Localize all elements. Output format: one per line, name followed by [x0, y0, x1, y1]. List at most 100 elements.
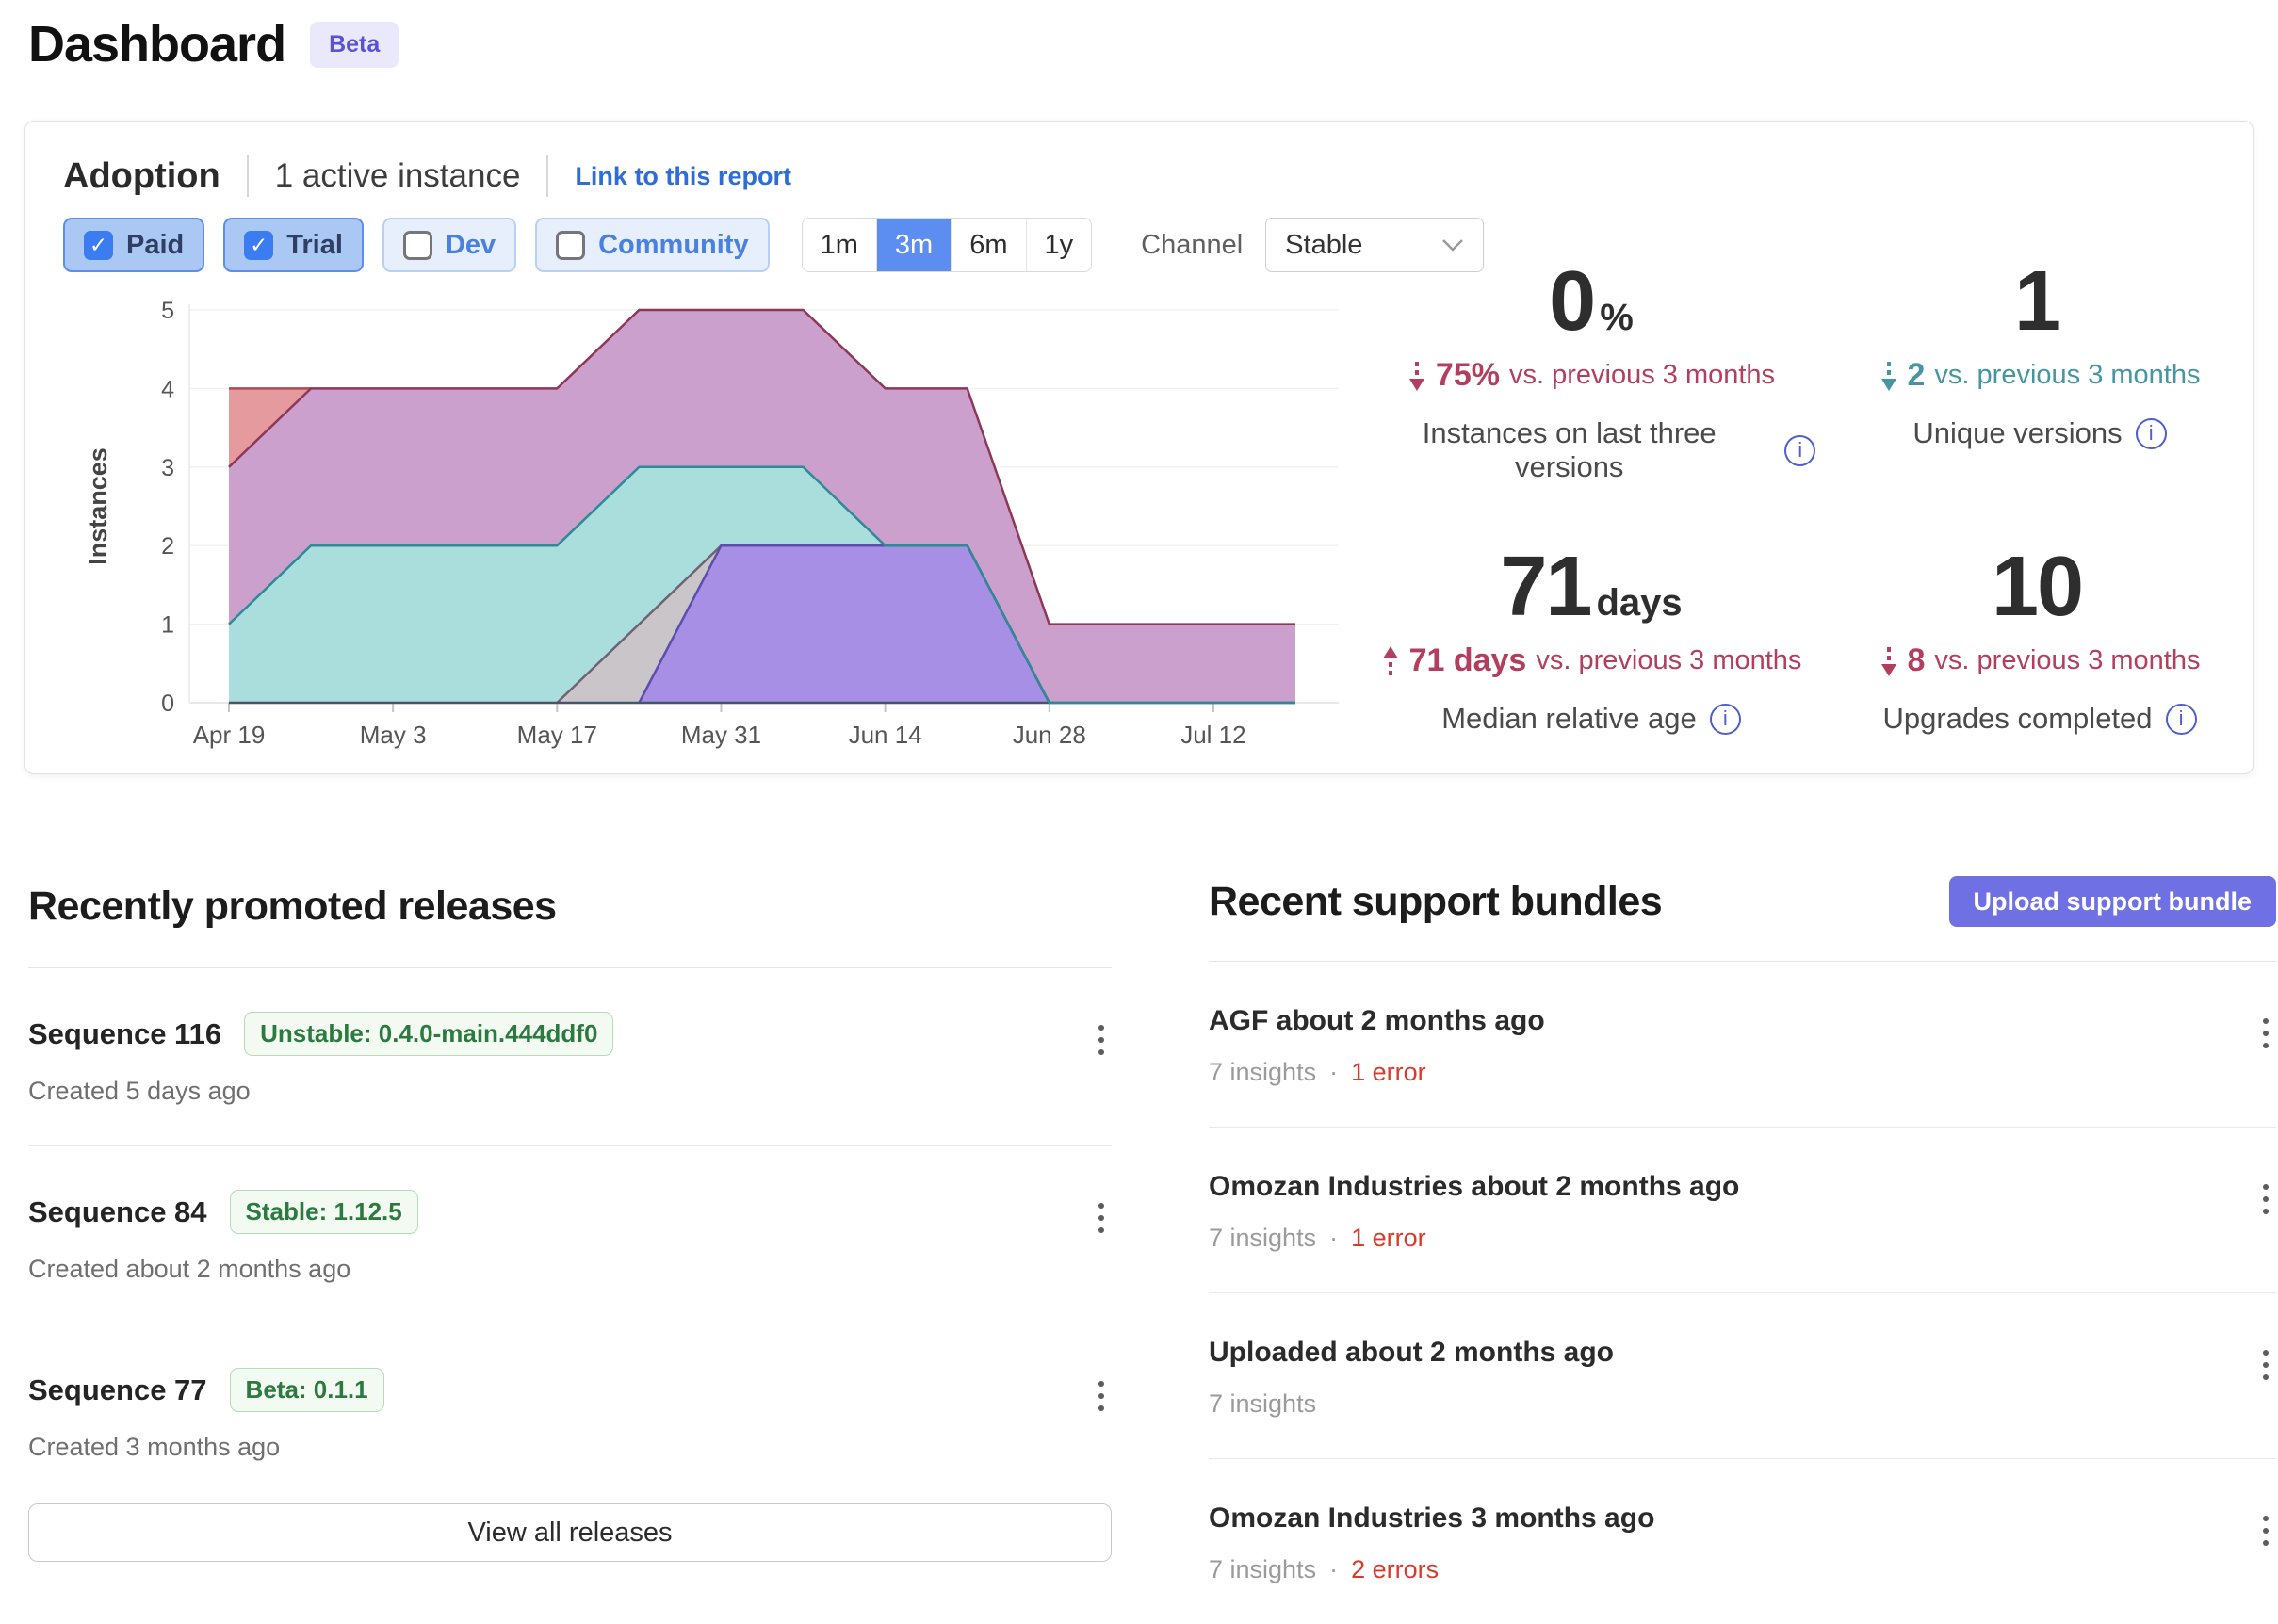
svg-text:Jul 12: Jul 12 [1180, 721, 1245, 749]
bundle-insights: 7 insights [1209, 1555, 1316, 1584]
svg-text:0: 0 [161, 690, 174, 717]
filter-paid-button[interactable]: Paid [63, 218, 204, 272]
stat-value: 1 [2014, 254, 2059, 349]
adoption-title: Adoption [63, 156, 220, 197]
checkbox-checked-icon[interactable] [244, 231, 273, 260]
filter-dev-label: Dev [446, 230, 496, 261]
checkbox-checked-icon[interactable] [84, 231, 113, 260]
info-icon[interactable] [2136, 418, 2167, 449]
meta-separator: · [1329, 1555, 1338, 1584]
release-row: Sequence 77 Beta: 0.1.1 Created 3 months… [28, 1324, 1112, 1502]
svg-text:Apr 19: Apr 19 [193, 721, 266, 749]
range-1m-button[interactable]: 1m [803, 219, 877, 271]
svg-text:4: 4 [161, 376, 174, 402]
page-header: Dashboard Beta [28, 15, 399, 73]
adoption-filters-row: Paid Trial Dev Community 1m 3m 6m 1y Cha… [63, 218, 1484, 272]
beta-badge: Beta [310, 22, 399, 68]
stat-delta-value: 71 days [1409, 642, 1527, 679]
kebab-menu-icon[interactable] [1091, 1015, 1112, 1064]
filter-trial-button[interactable]: Trial [223, 218, 364, 272]
svg-text:May 31: May 31 [681, 721, 761, 749]
svg-text:1: 1 [161, 612, 174, 639]
stat-label: Instances on last three versions [1367, 416, 1771, 484]
release-row: Sequence 84 Stable: 1.12.5 Created about… [28, 1146, 1112, 1324]
info-icon[interactable] [2166, 704, 2197, 735]
bundle-insights: 7 insights [1209, 1058, 1316, 1087]
svg-text:Instances: Instances [84, 447, 112, 565]
adoption-stats-grid: 0% 75% vs. previous 3 months Instances o… [1367, 259, 2264, 736]
svg-text:May 3: May 3 [360, 721, 427, 749]
kebab-menu-icon[interactable] [2255, 1506, 2276, 1555]
stat-value: 0 [1549, 254, 1594, 349]
time-range-segmented-control: 1m 3m 6m 1y [802, 218, 1093, 272]
release-created: Created 3 months ago [28, 1433, 384, 1462]
stat-label: Upgrades completed [1882, 702, 2152, 736]
stat-unit: % [1600, 297, 1634, 338]
release-version-badge: Beta: 0.1.1 [230, 1368, 384, 1412]
svg-text:Jun 14: Jun 14 [849, 721, 922, 749]
arrow-up-dashed-icon [1381, 645, 1400, 677]
upload-support-bundle-button[interactable]: Upload support bundle [1949, 876, 2276, 927]
adoption-area-chart: 012345InstancesApr 19May 3May 17May 31Ju… [57, 293, 1348, 756]
divider [247, 155, 249, 197]
stat-delta-value: 75% [1436, 357, 1500, 394]
svg-text:May 17: May 17 [517, 721, 597, 749]
range-3m-button[interactable]: 3m [877, 219, 952, 271]
range-1y-button[interactable]: 1y [1027, 219, 1092, 271]
release-created: Created 5 days ago [28, 1077, 613, 1106]
svg-text:5: 5 [161, 298, 174, 324]
kebab-menu-icon[interactable] [2255, 1009, 2276, 1058]
filter-community-label: Community [598, 230, 749, 261]
recent-support-bundles-section: Recent support bundles Upload support bu… [1209, 876, 2276, 1624]
kebab-menu-icon[interactable] [2255, 1175, 2276, 1224]
bundle-insights: 7 insights [1209, 1389, 1316, 1419]
filter-community-button[interactable]: Community [535, 218, 770, 272]
kebab-menu-icon[interactable] [1091, 1194, 1112, 1242]
bundle-insights: 7 insights [1209, 1224, 1316, 1253]
bundle-title: Omozan Industries 3 months ago [1209, 1502, 1654, 1535]
arrow-down-dashed-icon [1879, 360, 1898, 392]
meta-separator: · [1329, 1058, 1338, 1087]
stat-delta-value: 2 [1908, 357, 1926, 394]
active-instances-count: 1 active instance [275, 157, 521, 195]
bundle-errors: 1 error [1351, 1058, 1426, 1087]
filter-dev-button[interactable]: Dev [382, 218, 516, 272]
support-bundle-row: Omozan Industries 3 months ago 7 insight… [1209, 1459, 2276, 1624]
release-title: Sequence 84 [28, 1195, 207, 1229]
release-version-badge: Stable: 1.12.5 [230, 1190, 418, 1234]
arrow-down-dashed-icon [1407, 360, 1426, 392]
releases-heading: Recently promoted releases [28, 884, 1112, 930]
divider [546, 155, 548, 197]
stat-delta-suffix: vs. previous 3 months [1536, 645, 1801, 676]
svg-text:3: 3 [161, 455, 174, 481]
stat-label: Unique versions [1912, 416, 2122, 450]
support-bundle-row: Omozan Industries about 2 months ago 7 i… [1209, 1128, 2276, 1293]
svg-text:Jun 28: Jun 28 [1013, 721, 1086, 749]
bundle-title: Uploaded about 2 months ago [1209, 1337, 1614, 1369]
info-icon[interactable] [1784, 435, 1815, 466]
stat-instances-last-three-versions: 0% 75% vs. previous 3 months Instances o… [1367, 259, 1815, 484]
bundle-errors: 1 error [1351, 1224, 1426, 1253]
range-6m-button[interactable]: 6m [952, 219, 1026, 271]
release-version-badge: Unstable: 0.4.0-main.444ddf0 [244, 1012, 613, 1056]
release-row: Sequence 116 Unstable: 0.4.0-main.444ddf… [28, 968, 1112, 1146]
checkbox-unchecked-icon[interactable] [403, 231, 432, 260]
filter-paid-label: Paid [126, 230, 184, 261]
stat-unique-versions: 1 2 vs. previous 3 months Unique version… [1815, 259, 2264, 484]
bundles-heading: Recent support bundles [1209, 879, 1662, 925]
kebab-menu-icon[interactable] [2255, 1340, 2276, 1389]
kebab-menu-icon[interactable] [1091, 1372, 1112, 1421]
stat-value: 10 [1992, 540, 2082, 634]
adoption-card: Adoption 1 active instance Link to this … [24, 121, 2254, 774]
view-all-releases-button[interactable]: View all releases [28, 1503, 1112, 1562]
recently-promoted-releases-section: Recently promoted releases Sequence 116 … [28, 884, 1112, 1562]
channel-label: Channel [1141, 230, 1243, 261]
stat-delta-suffix: vs. previous 3 months [1509, 360, 1775, 391]
stat-unit: days [1596, 582, 1682, 624]
release-created: Created about 2 months ago [28, 1255, 418, 1284]
link-to-report[interactable]: Link to this report [575, 162, 791, 191]
stat-label: Median relative age [1441, 702, 1697, 736]
stat-delta-suffix: vs. previous 3 months [1934, 645, 2200, 676]
info-icon[interactable] [1710, 704, 1741, 735]
checkbox-unchecked-icon[interactable] [556, 231, 585, 260]
